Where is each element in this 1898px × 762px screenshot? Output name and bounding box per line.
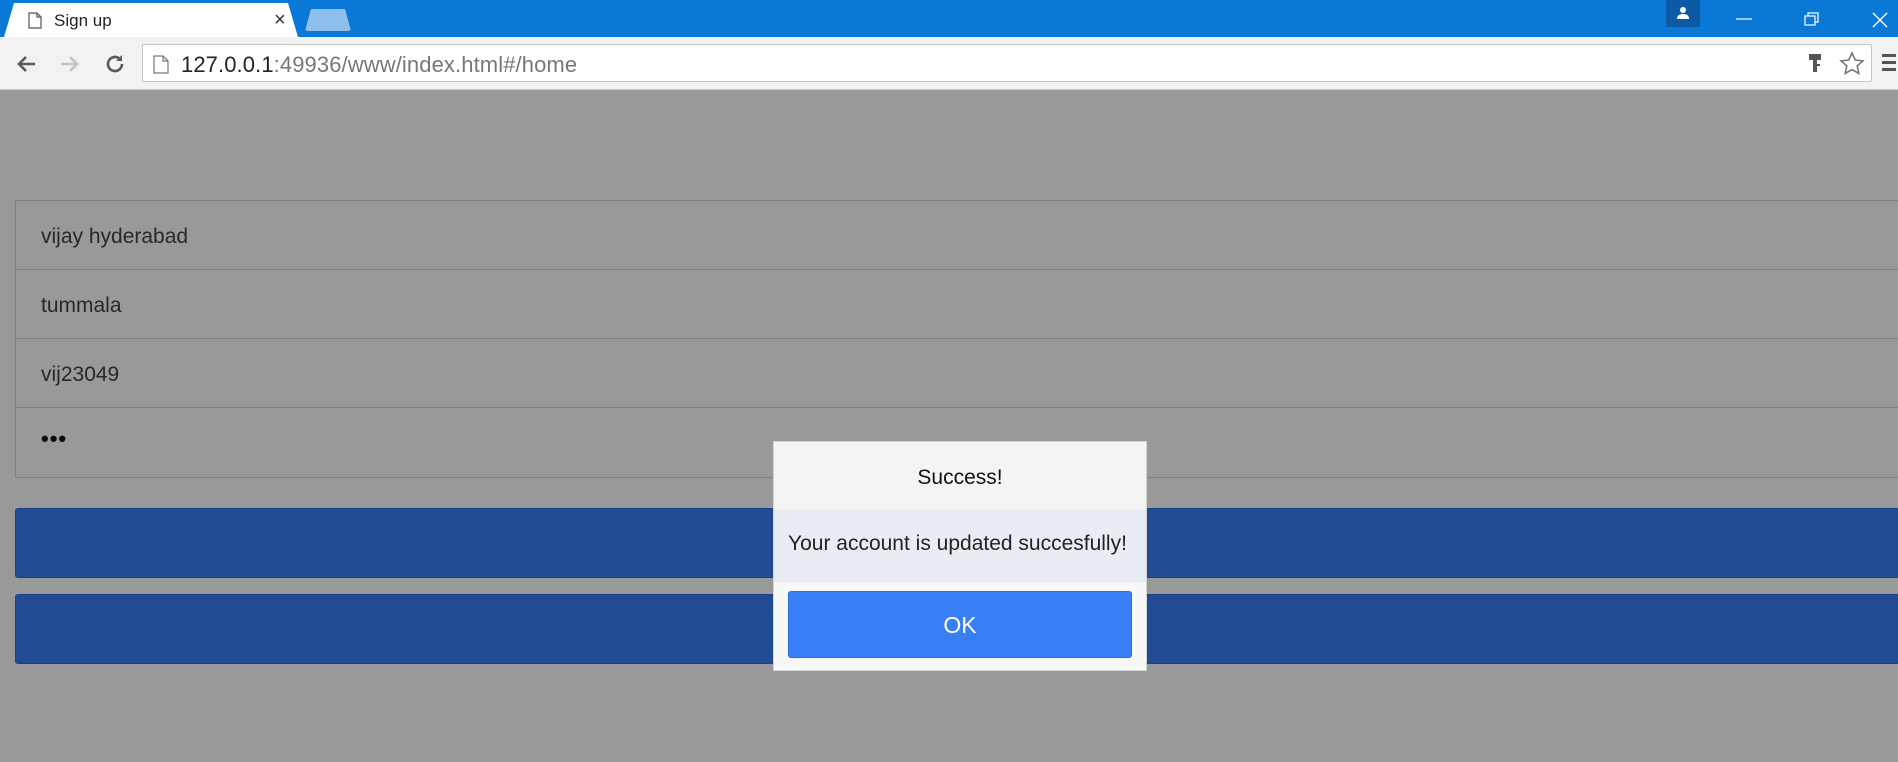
reload-button[interactable] [100, 49, 130, 79]
close-icon [1872, 12, 1888, 28]
browser-titlebar: Sign up × [0, 0, 1898, 37]
forward-button[interactable] [54, 49, 84, 79]
alert-title: Success! [917, 466, 1003, 489]
key-icon[interactable] [1808, 53, 1822, 80]
address-bar[interactable]: 127.0.0.1:49936/www/index.html#/home [142, 44, 1872, 82]
browser-tab[interactable]: Sign up × [4, 3, 298, 37]
back-arrow-icon [17, 56, 35, 72]
url-host: 127.0.0.1 [181, 52, 274, 77]
alert-header: Success! [774, 442, 1146, 509]
forward-arrow-icon [61, 56, 79, 72]
new-tab-button[interactable] [305, 9, 351, 31]
success-alert-dialog: Success! Your account is updated succesf… [773, 441, 1147, 671]
menu-icon[interactable] [1882, 54, 1896, 77]
browser-toolbar: 127.0.0.1:49936/www/index.html#/home [0, 37, 1898, 90]
minimize-button[interactable] [1714, 0, 1774, 37]
person-icon [1677, 7, 1689, 19]
reload-icon [106, 55, 124, 73]
alert-body: Your account is updated succesfully! [774, 509, 1146, 582]
ok-button-label: OK [943, 612, 977, 638]
url-path: :49936/www/index.html#/home [273, 52, 578, 77]
close-window-button[interactable] [1850, 0, 1898, 37]
restore-button[interactable] [1782, 0, 1842, 37]
bookmark-star-icon[interactable] [1839, 51, 1865, 82]
minimize-icon [1736, 18, 1752, 20]
page-icon [153, 55, 169, 79]
page-icon [28, 12, 42, 29]
tab-close-icon[interactable]: × [274, 10, 286, 30]
restore-icon [1804, 12, 1819, 26]
back-button[interactable] [12, 49, 42, 79]
tab-title: Sign up [54, 11, 112, 30]
url-text[interactable]: 127.0.0.1:49936/www/index.html#/home [181, 52, 577, 78]
ok-button[interactable]: OK [788, 591, 1132, 658]
alert-message: Your account is updated succesfully! [788, 532, 1127, 555]
profile-button[interactable] [1666, 0, 1700, 27]
